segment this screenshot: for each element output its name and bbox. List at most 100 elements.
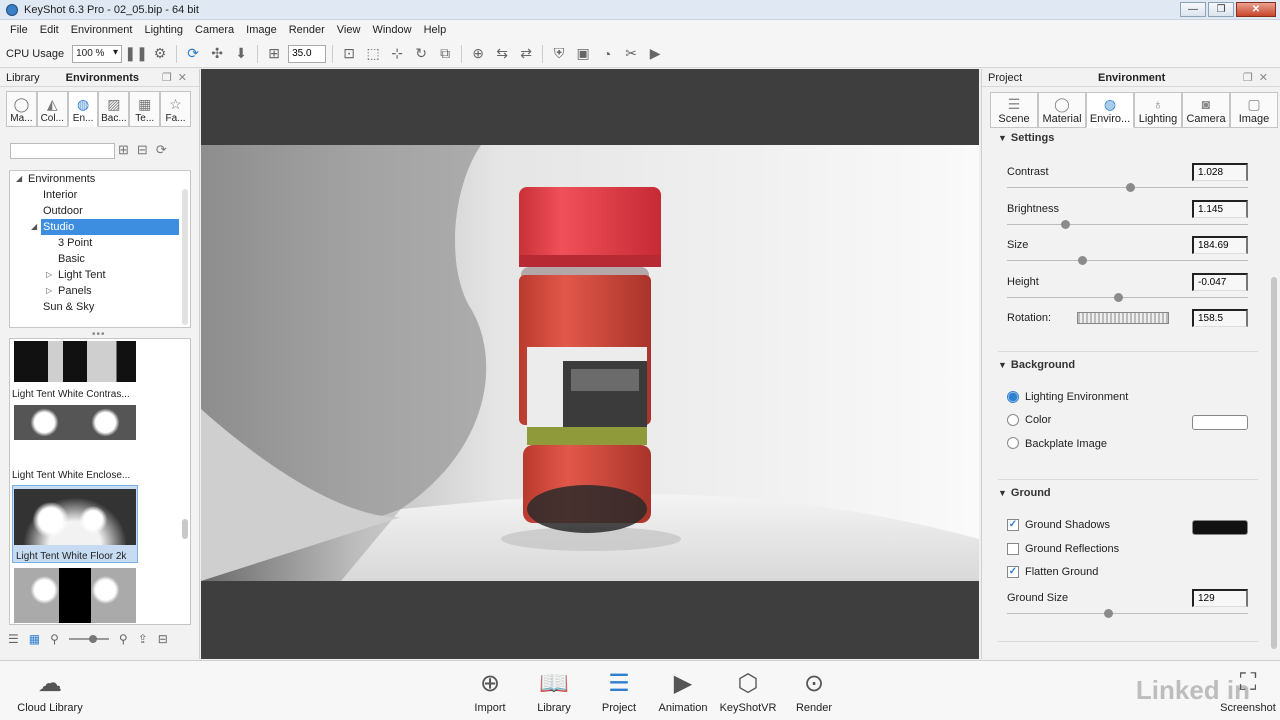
lighting-environment-radio[interactable]: [1007, 391, 1019, 403]
tab-camera[interactable]: ◙ Camera: [1182, 92, 1230, 128]
close-button[interactable]: ✕: [1236, 2, 1276, 17]
project-tab-label[interactable]: Project: [988, 72, 1022, 84]
render-button[interactable]: ⊙ Render: [782, 667, 846, 715]
region-icon[interactable]: ⊡: [339, 44, 359, 64]
flatten-ground-checkbox[interactable]: ✓: [1007, 566, 1019, 578]
thumbnail-image[interactable]: [14, 568, 136, 623]
list-view-icon[interactable]: ☰: [8, 632, 19, 646]
menu-view[interactable]: View: [331, 24, 367, 36]
zoom-in-icon[interactable]: ⚲: [119, 632, 128, 646]
settings-section-toggle[interactable]: ▼ Settings: [998, 132, 1054, 144]
background-section-toggle[interactable]: ▼ Background: [998, 359, 1075, 371]
thumbnails-scrollbar[interactable]: [182, 519, 188, 539]
size-input[interactable]: [1192, 236, 1248, 254]
tab-environment[interactable]: ◍ Enviro...: [1086, 92, 1134, 128]
height-input[interactable]: [1192, 273, 1248, 291]
screenshot-button[interactable]: ⛶ Screenshot: [1216, 667, 1280, 714]
menu-window[interactable]: Window: [366, 24, 417, 36]
camera-undo-icon[interactable]: ⇆: [492, 44, 512, 64]
presentation-icon[interactable]: ▣: [573, 44, 593, 64]
brightness-slider[interactable]: [1007, 224, 1248, 225]
grid-view-icon[interactable]: ▦: [29, 632, 40, 646]
size-slider-knob[interactable]: [1077, 256, 1087, 265]
shield-icon[interactable]: ⛨: [549, 44, 569, 64]
add-folder-icon[interactable]: ⊞: [118, 142, 129, 158]
refresh-library-icon[interactable]: ⟳: [156, 142, 167, 158]
tree-item-interior[interactable]: Interior: [10, 187, 190, 203]
refresh-icon[interactable]: ⟳: [183, 44, 203, 64]
contrast-slider-knob[interactable]: [1125, 183, 1135, 192]
tab-textures[interactable]: ▦ Te...: [129, 91, 161, 127]
library-button[interactable]: 📖 Library: [522, 667, 586, 715]
zoom-out-icon[interactable]: ⚲: [50, 632, 59, 646]
performance-mode-icon[interactable]: ⚙: [150, 44, 170, 64]
upload-icon[interactable]: ⇪: [138, 632, 148, 646]
menu-edit[interactable]: Edit: [34, 24, 65, 36]
import-folder-icon[interactable]: ⊟: [137, 142, 148, 158]
tree-item-studio[interactable]: ◢ Studio: [10, 219, 190, 235]
fit-view-icon[interactable]: ✣: [207, 44, 227, 64]
menu-camera[interactable]: Camera: [189, 24, 240, 36]
contrast-input[interactable]: [1192, 163, 1248, 181]
pause-icon[interactable]: ❚❚: [124, 44, 147, 64]
keyshotvr-button[interactable]: ⬡ KeyShotVR: [716, 667, 780, 715]
backplate-image-radio[interactable]: [1007, 437, 1019, 449]
tree-item-light-tent[interactable]: ▷ Light Tent: [10, 267, 190, 283]
menu-file[interactable]: File: [4, 24, 34, 36]
height-slider[interactable]: [1007, 297, 1248, 298]
tree-item-3-point[interactable]: 3 Point: [10, 235, 190, 251]
tree-scrollbar[interactable]: [182, 189, 188, 325]
ground-size-slider[interactable]: [1007, 613, 1248, 614]
tab-scene[interactable]: ☰ Scene: [990, 92, 1038, 128]
rotate-icon[interactable]: ↻: [411, 44, 431, 64]
collapse-arrow-icon[interactable]: ◢: [16, 171, 22, 187]
brightness-slider-knob[interactable]: [1060, 220, 1070, 229]
background-color-swatch[interactable]: [1192, 415, 1248, 430]
ground-section-toggle[interactable]: ▼ Ground: [998, 487, 1051, 499]
expand-arrow-icon[interactable]: ▷: [46, 267, 52, 283]
focal-length-input[interactable]: [288, 44, 327, 63]
project-button[interactable]: ☰ Project: [587, 667, 651, 715]
move-icon[interactable]: ⊹: [387, 44, 407, 64]
cloud-library-button[interactable]: ☁ Cloud Library: [17, 667, 83, 715]
tab-image[interactable]: ▢ Image: [1230, 92, 1278, 128]
camera-redo-icon[interactable]: ⇄: [516, 44, 536, 64]
add-camera-icon[interactable]: ⊕: [468, 44, 488, 64]
thumbnail-size-slider[interactable]: [68, 635, 109, 643]
cpu-usage-select[interactable]: 100 %: [72, 44, 123, 63]
menu-help[interactable]: Help: [418, 24, 453, 36]
size-slider[interactable]: [1007, 260, 1248, 261]
maximize-button[interactable]: ❐: [1208, 2, 1234, 17]
rotation-dial[interactable]: [1077, 312, 1169, 324]
minimize-button[interactable]: —: [1180, 2, 1206, 17]
tree-item-panels[interactable]: ▷ Panels: [10, 283, 190, 299]
menu-render[interactable]: Render: [283, 24, 331, 36]
ground-size-input[interactable]: [1192, 589, 1248, 607]
project-scrollbar[interactable]: [1271, 277, 1277, 649]
tab-material[interactable]: ◯ Material: [1038, 92, 1086, 128]
ground-size-slider-knob[interactable]: [1104, 609, 1114, 618]
collapse-arrow-icon[interactable]: ◢: [31, 219, 37, 235]
brightness-input[interactable]: [1192, 200, 1248, 218]
perspective-icon[interactable]: ⊞: [264, 44, 284, 64]
tree-item-environments[interactable]: ◢ Environments: [10, 171, 190, 187]
library-tab-label[interactable]: Library: [6, 72, 40, 84]
crop-icon[interactable]: ⬚: [363, 44, 383, 64]
tab-backplates[interactable]: ▨ Bac...: [98, 91, 130, 127]
thumbnail-image[interactable]: [14, 405, 136, 440]
drop-to-ground-icon[interactable]: ⬇: [231, 44, 251, 64]
menu-lighting[interactable]: Lighting: [138, 24, 189, 36]
height-slider-knob[interactable]: [1113, 293, 1123, 302]
thumbnail-image[interactable]: [14, 341, 136, 382]
tree-item-outdoor[interactable]: Outdoor: [10, 203, 190, 219]
folder-sync-icon[interactable]: ⊟: [158, 632, 168, 646]
tab-lighting[interactable]: ♁ Lighting: [1134, 92, 1182, 128]
tree-item-basic[interactable]: Basic: [10, 251, 190, 267]
expand-arrow-icon[interactable]: ▷: [46, 283, 52, 299]
ground-reflections-checkbox[interactable]: [1007, 543, 1019, 555]
script-console-icon[interactable]: ▶: [645, 44, 665, 64]
rotation-input[interactable]: [1192, 309, 1248, 327]
geometry-view-icon[interactable]: ◔: [597, 44, 617, 64]
import-button[interactable]: ⊕ Import: [458, 667, 522, 715]
copy-icon[interactable]: ⧉: [435, 44, 455, 64]
